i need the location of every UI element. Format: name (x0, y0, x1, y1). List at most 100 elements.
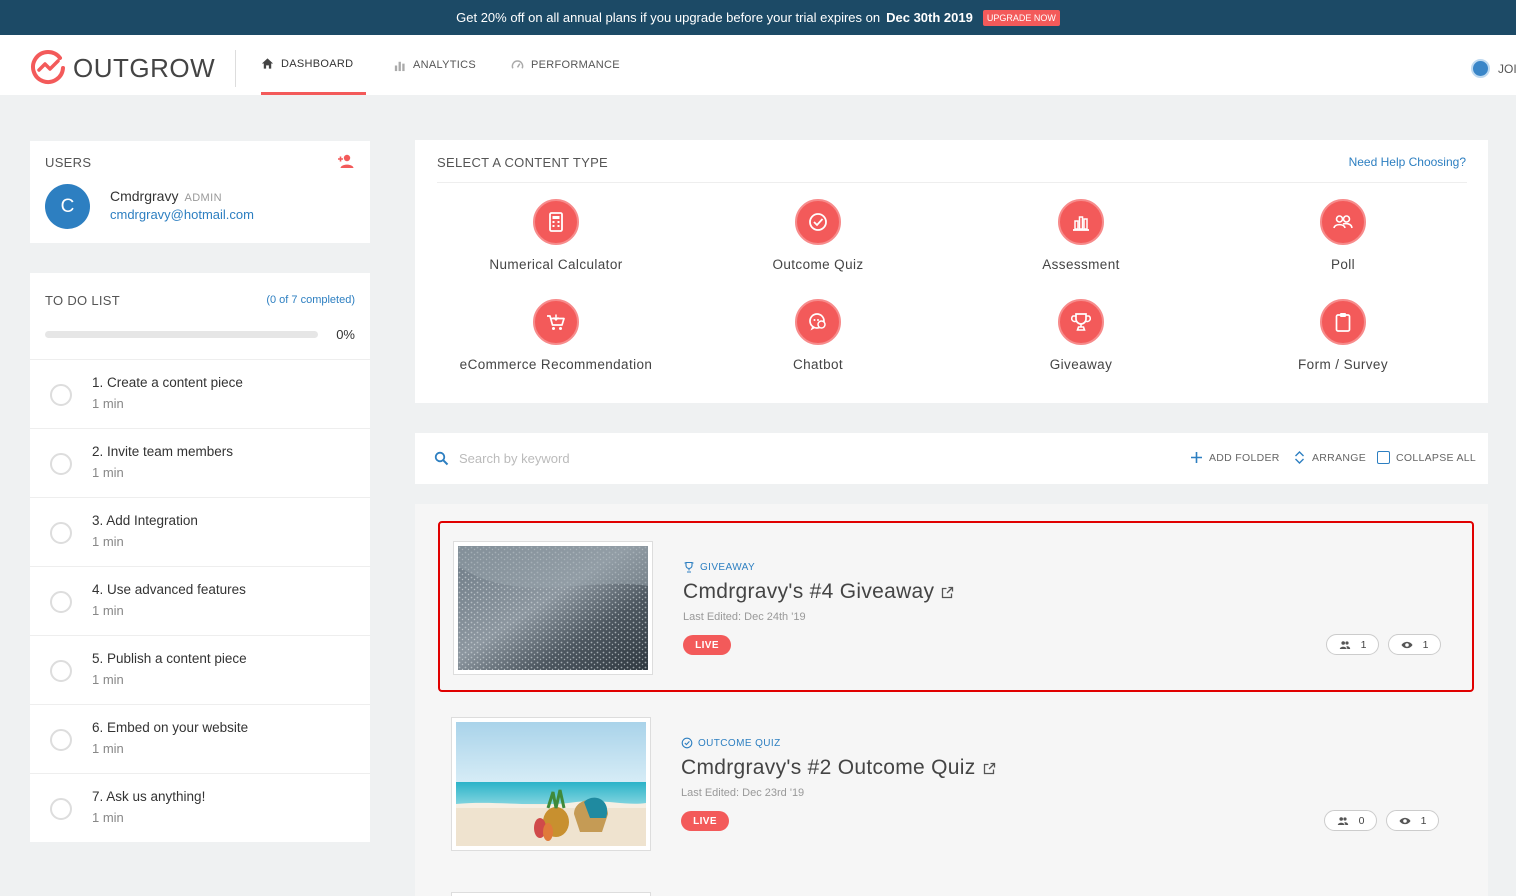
trophy-icon (684, 561, 694, 573)
help-choosing-link[interactable]: Need Help Choosing? (1349, 155, 1466, 169)
plus-icon (1191, 452, 1202, 463)
search-input[interactable] (459, 447, 859, 469)
check-circle-icon-wrap (795, 199, 841, 245)
content-type-label: Outcome Quiz (772, 257, 864, 272)
todo-time: 1 min (92, 810, 124, 825)
promo-text: Get 20% off on all annual plans if you u… (456, 10, 881, 25)
todo-checkbox[interactable] (50, 729, 72, 751)
todo-item[interactable]: 7. Ask us anything! 1 min (30, 773, 370, 842)
content-type-label: Assessment (1042, 257, 1120, 272)
leads-count[interactable]: 1 (1326, 634, 1379, 655)
todo-checkbox[interactable] (50, 798, 72, 820)
leads-count-value: 0 (1358, 814, 1365, 827)
todo-checkbox[interactable] (50, 591, 72, 613)
todo-item[interactable]: 3. Add Integration 1 min (30, 497, 370, 566)
user-role: ADMIN (184, 192, 222, 204)
bar-chart-icon (1073, 216, 1089, 231)
clipboard-icon-wrap (1320, 299, 1366, 345)
leads-count[interactable]: 0 (1324, 810, 1377, 831)
promo-banner: Get 20% off on all annual plans if you u… (0, 0, 1516, 35)
views-count[interactable]: 1 (1386, 810, 1439, 831)
tab-dashboard[interactable]: DASHBOARD (261, 35, 366, 95)
users-icon (1339, 640, 1350, 649)
content-type-outcome-quiz[interactable]: Outcome Quiz (687, 199, 949, 272)
content-type-form-survey[interactable]: Form / Survey (1212, 299, 1474, 372)
chat-icon-wrap (795, 299, 841, 345)
content-type-giveaway[interactable]: Giveaway (950, 299, 1212, 372)
content-type-heading: SELECT A CONTENT TYPE (437, 155, 609, 170)
todo-item[interactable]: 1. Create a content piece 1 min (30, 359, 370, 428)
users-card: USERS C Cmdrgravy ADMIN cmdrgravy@hotmail… (30, 141, 370, 243)
content-type-label: Form / Survey (1298, 357, 1388, 372)
user-email[interactable]: cmdrgravy@hotmail.com (110, 207, 254, 222)
promo-date: Dec 30th 2019 (886, 10, 973, 25)
content-type-tag: GIVEAWAY (683, 561, 755, 573)
content-type-chatbot[interactable]: Chatbot (687, 299, 949, 372)
content-type-poll[interactable]: Poll (1212, 199, 1474, 272)
gauge-icon (511, 59, 524, 69)
outgrow-logo-icon (31, 50, 65, 85)
arrange-button[interactable]: ARRANGE (1293, 451, 1366, 464)
todo-title: 2. Invite team members (92, 444, 234, 459)
content-type-assessment[interactable]: Assessment (950, 199, 1212, 272)
todo-checkbox[interactable] (50, 522, 72, 544)
cart-icon-wrap (533, 299, 579, 345)
content-type-label: Chatbot (792, 357, 844, 372)
sort-icon (1295, 451, 1304, 464)
content-type-ecommerce-recommendation[interactable]: eCommerce Recommendation (425, 299, 687, 372)
todo-time: 1 min (92, 741, 124, 756)
user-avatar-icon (1471, 59, 1490, 78)
todo-item[interactable]: 6. Embed on your website 1 min (30, 704, 370, 773)
user-menu[interactable]: JOI (1471, 59, 1516, 78)
content-type-tag: OUTCOME QUIZ (681, 737, 781, 749)
content-card[interactable]: GIVEAWAY Cmdrgravy's #4 Giveaway Last Ed… (438, 521, 1474, 692)
tab-analytics[interactable]: ANALYTICS (393, 35, 476, 95)
todo-checkbox[interactable] (50, 453, 72, 475)
content-title[interactable]: Cmdrgravy's #4 Giveaway (683, 580, 954, 604)
tab-performance[interactable]: PERFORMANCE (511, 35, 620, 95)
trophy-icon (1070, 313, 1092, 331)
add-user-icon[interactable] (337, 153, 355, 169)
views-count[interactable]: 1 (1388, 634, 1441, 655)
collapse-all-checkbox[interactable] (1377, 451, 1390, 464)
todo-title: 6. Embed on your website (92, 720, 249, 735)
users-heading: USERS (45, 155, 92, 170)
content-thumbnail[interactable] (453, 541, 653, 675)
check-circle-icon (681, 737, 693, 749)
status-badge[interactable]: LIVE (683, 635, 731, 655)
todo-checkbox[interactable] (50, 384, 72, 406)
add-folder-button[interactable]: ADD FOLDER (1190, 451, 1280, 464)
header-divider (235, 50, 236, 87)
external-link-icon[interactable] (941, 586, 954, 599)
user-name-row: Cmdrgravy ADMIN (110, 188, 222, 204)
chat-icon (809, 313, 826, 331)
beach-image (456, 722, 646, 846)
divider (437, 182, 1467, 183)
todo-checkbox[interactable] (50, 660, 72, 682)
content-type-label: Giveaway (1049, 357, 1113, 372)
clipboard-icon (1335, 313, 1351, 332)
content-thumbnail[interactable] (451, 892, 651, 896)
content-type-numerical-calculator[interactable]: Numerical Calculator (425, 199, 687, 272)
status-badge[interactable]: LIVE (681, 811, 729, 831)
tab-dashboard-label: DASHBOARD (281, 57, 354, 70)
todo-title: 4. Use advanced features (92, 582, 246, 597)
external-link-icon[interactable] (983, 762, 996, 775)
logo[interactable]: OUTGROW (30, 50, 215, 86)
content-title[interactable]: Cmdrgravy's #2 Outcome Quiz (681, 756, 996, 780)
bar-chart-icon (394, 61, 405, 71)
user-avatar: C (45, 184, 90, 229)
todo-item[interactable]: 4. Use advanced features 1 min (30, 566, 370, 635)
collapse-all-toggle[interactable]: COLLAPSE ALL (1377, 451, 1476, 464)
content-title-text: Cmdrgravy's #4 Giveaway (683, 580, 935, 603)
todo-item[interactable]: 5. Publish a content piece 1 min (30, 635, 370, 704)
content-card[interactable]: OUTCOME QUIZ Cmdrgravy's #2 Outcome Quiz… (438, 699, 1474, 870)
content-thumbnail[interactable] (451, 717, 651, 851)
upgrade-now-button[interactable]: UPGRADE NOW (982, 9, 1060, 26)
todo-item[interactable]: 2. Invite team members 1 min (30, 428, 370, 497)
todo-progress-text: (0 of 7 completed) (266, 294, 355, 306)
todo-progress-percent: 0% (336, 327, 355, 342)
todo-card: TO DO LIST (0 of 7 completed) 0% 1. Crea… (30, 273, 370, 842)
todo-title: 1. Create a content piece (92, 375, 243, 390)
logo-text: OUTGROW (73, 52, 216, 83)
